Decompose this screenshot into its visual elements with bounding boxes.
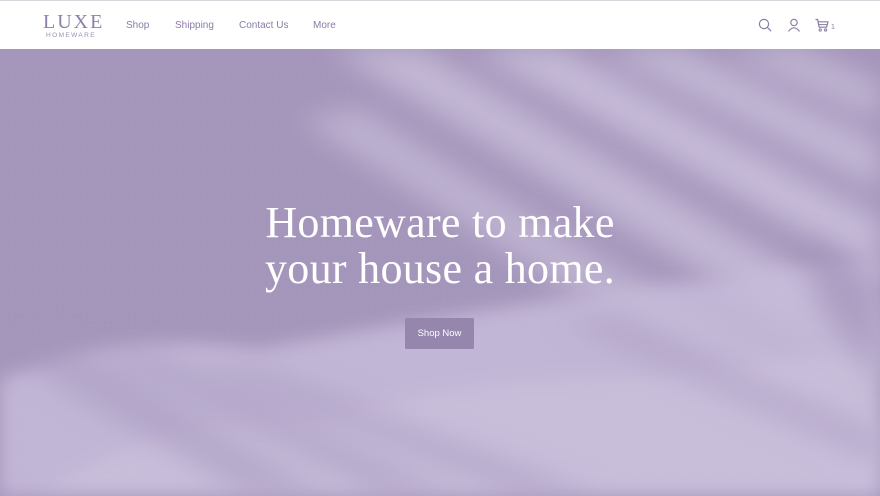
user-icon[interactable]: [786, 17, 804, 35]
hero-headline-line-1: Homeware to make: [265, 198, 615, 247]
search-icon[interactable]: [757, 17, 775, 35]
nav-item-contact-us[interactable]: Contact Us: [239, 19, 288, 33]
nav-item-more[interactable]: More: [313, 19, 336, 33]
cart-count-badge: 1: [831, 24, 835, 31]
hero-headline-line-2: your house a home.: [265, 244, 615, 293]
nav-item-shop[interactable]: Shop: [126, 19, 149, 33]
hero-headline: Homeware to make your house a home.: [0, 200, 880, 292]
site-header: LUXE HOMEWARE Shop Shipping Contact Us M…: [0, 0, 880, 49]
brand-name: LUXE: [43, 11, 105, 33]
shop-now-button[interactable]: Shop Now: [405, 318, 474, 349]
nav-item-shipping[interactable]: Shipping: [175, 19, 214, 33]
cart-icon[interactable]: [814, 17, 832, 35]
brand-logo[interactable]: LUXE HOMEWARE: [43, 11, 105, 40]
hero-banner: Homeware to make your house a home. Shop…: [0, 49, 880, 496]
brand-tagline: HOMEWARE: [46, 32, 96, 39]
